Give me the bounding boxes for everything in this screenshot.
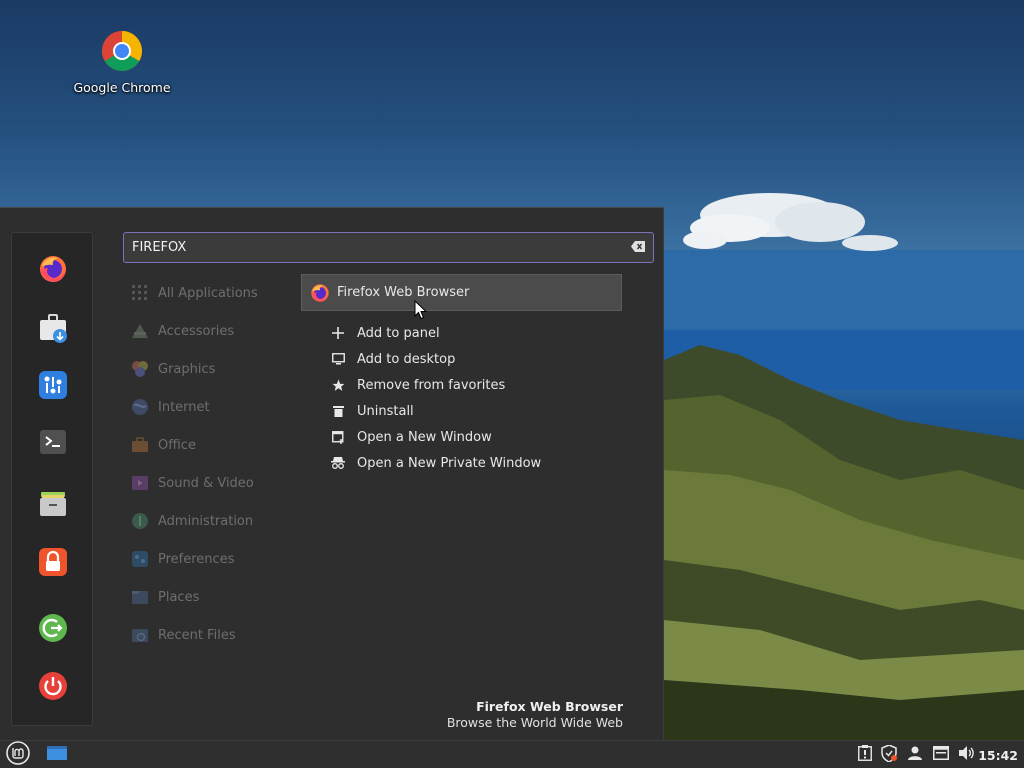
internet-icon <box>130 397 150 417</box>
mouse-pointer-icon <box>414 299 428 324</box>
desktop-icon-label: Google Chrome <box>73 80 171 95</box>
app-description-title: Firefox Web Browser <box>476 699 623 714</box>
tray-volume[interactable] <box>957 741 977 769</box>
action-open-new-private-window[interactable]: Open a New Private Window <box>330 450 630 476</box>
notes-icon <box>858 745 872 765</box>
category-graphics[interactable]: Graphics <box>130 350 300 388</box>
category-preferences[interactable]: Preferences <box>130 540 300 578</box>
action-add-to-panel[interactable]: Add to panel <box>330 320 630 346</box>
tray-user[interactable] <box>906 741 924 769</box>
context-actions: Add to panel Add to desktop Remove from … <box>330 320 630 476</box>
panel-clock[interactable]: 15:42 <box>978 741 1018 769</box>
trash-icon <box>330 405 346 417</box>
action-uninstall[interactable]: Uninstall <box>330 398 630 424</box>
category-administration[interactable]: Administration <box>130 502 300 540</box>
administration-icon <box>130 511 150 531</box>
firefox-icon <box>38 254 68 288</box>
category-office[interactable]: Office <box>130 426 300 464</box>
application-menu: All Applications Accessories Graphics In… <box>0 207 664 740</box>
new-window-icon <box>330 430 346 444</box>
shield-icon <box>881 743 897 766</box>
favorite-settings[interactable] <box>36 370 70 404</box>
search-box[interactable] <box>123 232 654 263</box>
chrome-icon <box>101 31 143 76</box>
category-list: All Applications Accessories Graphics In… <box>130 274 300 654</box>
favorite-firefox[interactable] <box>36 254 70 288</box>
action-remove-from-favorites[interactable]: Remove from favorites <box>330 372 630 398</box>
action-add-to-desktop[interactable]: Add to desktop <box>330 346 630 372</box>
show-desktop-button[interactable] <box>44 741 70 769</box>
recent-files-icon <box>130 625 150 645</box>
category-recent-files[interactable]: Recent Files <box>130 616 300 654</box>
search-input[interactable] <box>132 237 612 258</box>
action-open-new-window[interactable]: Open a New Window <box>330 424 630 450</box>
bottom-panel: 15:42 <box>0 740 1024 768</box>
favorite-lock-screen[interactable] <box>36 547 70 581</box>
mint-logo-icon <box>6 741 30 769</box>
power-icon <box>38 671 68 705</box>
clear-search-icon[interactable] <box>631 241 645 256</box>
plus-icon <box>330 327 346 339</box>
tray-notes[interactable] <box>856 741 874 769</box>
search-result-firefox[interactable]: Firefox Web Browser <box>301 274 622 311</box>
category-all-applications[interactable]: All Applications <box>130 274 300 312</box>
desktop-icon-google-chrome[interactable]: Google Chrome <box>66 30 178 95</box>
settings-icon <box>38 370 68 404</box>
app-description: Firefox Web Browser Browse the World Wid… <box>447 699 623 731</box>
favorite-log-out[interactable] <box>36 613 70 647</box>
favorite-terminal[interactable] <box>36 427 70 461</box>
monitor-icon <box>330 353 346 365</box>
category-internet[interactable]: Internet <box>130 388 300 426</box>
menu-button[interactable] <box>4 741 32 769</box>
favorite-files[interactable] <box>36 488 70 522</box>
favorites-sidebar <box>11 232 93 726</box>
tray-update-manager[interactable] <box>879 741 899 769</box>
star-icon <box>330 379 346 392</box>
sound-video-icon <box>130 473 150 493</box>
private-window-icon <box>330 457 346 469</box>
lock-icon <box>38 547 68 581</box>
preferences-icon <box>130 549 150 569</box>
display-icon <box>933 746 949 764</box>
user-icon <box>908 746 922 764</box>
files-icon <box>38 488 68 522</box>
accessories-icon <box>130 321 150 341</box>
volume-icon <box>959 746 975 764</box>
category-accessories[interactable]: Accessories <box>130 312 300 350</box>
grid-icon <box>130 283 150 303</box>
app-description-subtitle: Browse the World Wide Web <box>446 715 623 730</box>
graphics-icon <box>130 359 150 379</box>
category-sound-video[interactable]: Sound & Video <box>130 464 300 502</box>
show-desktop-icon <box>47 745 67 765</box>
favorite-software-manager[interactable] <box>36 313 70 347</box>
category-places[interactable]: Places <box>130 578 300 616</box>
terminal-icon <box>39 428 67 460</box>
search-result-label: Firefox Web Browser <box>337 285 470 300</box>
office-icon <box>130 435 150 455</box>
tray-display[interactable] <box>931 741 951 769</box>
places-icon <box>130 587 150 607</box>
logout-icon <box>38 613 68 647</box>
favorite-quit[interactable] <box>36 671 70 705</box>
software-manager-icon <box>38 313 68 347</box>
firefox-icon <box>310 283 330 303</box>
